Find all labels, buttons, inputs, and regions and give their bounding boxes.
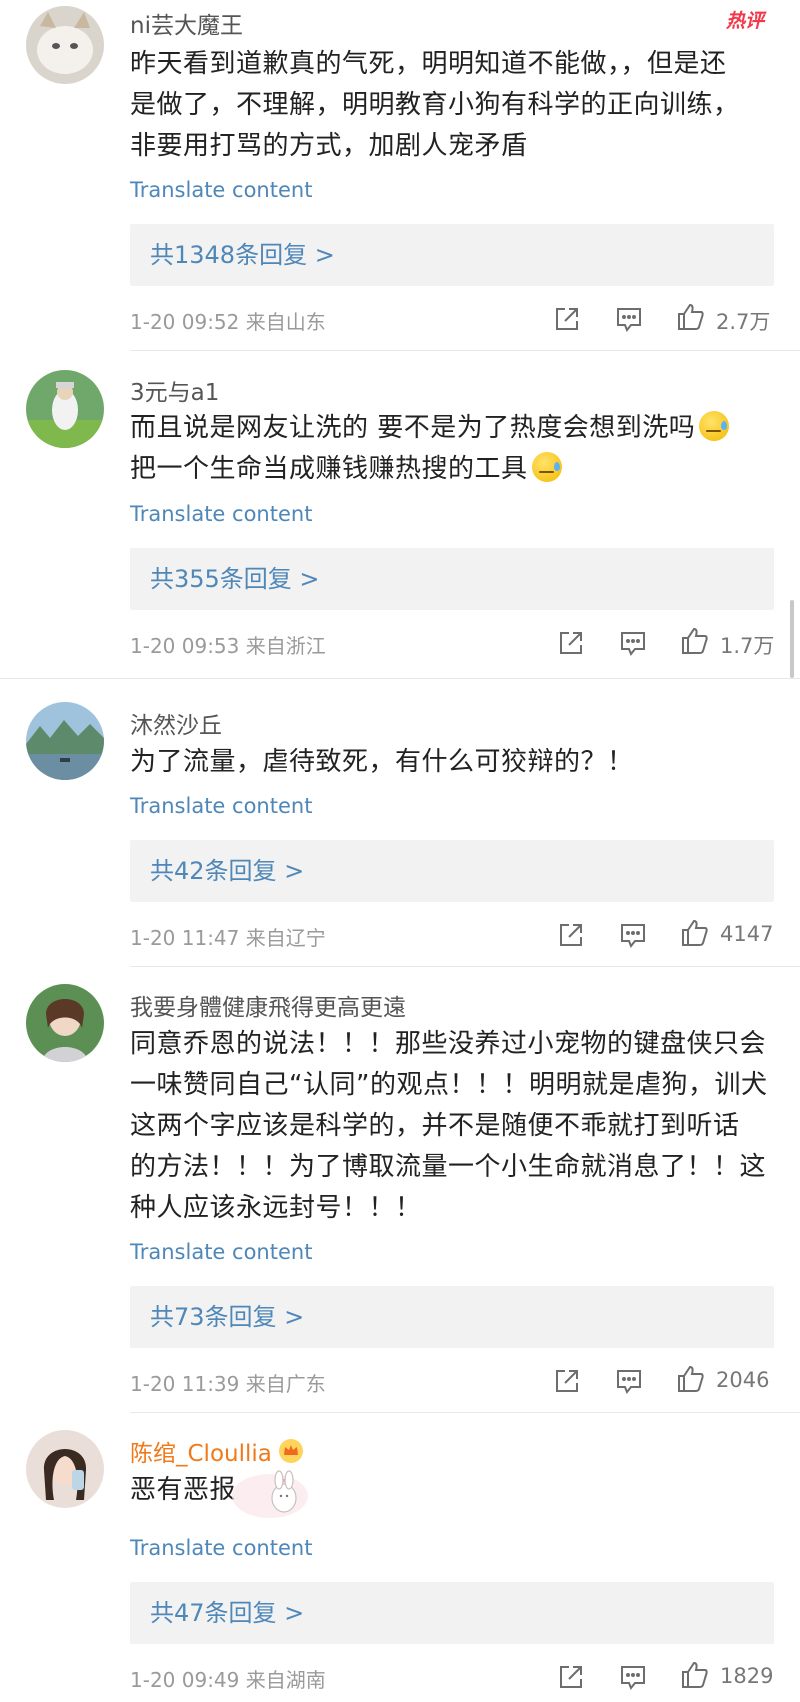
- username[interactable]: 沐然沙丘: [130, 706, 222, 740]
- replies-button[interactable]: 共42条回复 >: [130, 840, 774, 902]
- replies-button[interactable]: 共1348条回复 >: [130, 224, 774, 286]
- like-count: 1829: [720, 1664, 774, 1688]
- comment-meta: 1-20 09:49 来自湖南: [130, 1668, 326, 1692]
- thumbs-up-icon[interactable]: [680, 626, 710, 656]
- username[interactable]: 我要身體健康飛得更高更遠: [130, 988, 406, 1022]
- divider: [130, 966, 800, 967]
- divider: [130, 1412, 800, 1413]
- sweat-emoji-icon: [531, 452, 562, 482]
- comment-line: 昨天看到道歉真的气死，明明知道不能做，，但是还: [130, 49, 727, 79]
- comment-line: 把一个生命当成赚钱赚热搜的工具: [130, 449, 780, 490]
- comment-meta: 1-20 09:53 来自浙江: [130, 634, 326, 658]
- avatar[interactable]: [26, 6, 104, 84]
- divider: [130, 350, 800, 351]
- hot-comment-badge: 热评: [726, 10, 765, 32]
- translate-link[interactable]: Translate content: [130, 502, 312, 526]
- translate-link[interactable]: Translate content: [130, 1240, 312, 1264]
- comment-line-text: 把一个生命当成赚钱赚热搜的工具: [130, 454, 528, 484]
- share-icon[interactable]: [556, 920, 586, 950]
- replies-label: 共42条回复 >: [150, 857, 305, 885]
- share-icon[interactable]: [552, 1366, 582, 1396]
- comment-text: 为了流量，虐待致死，有什么可狡辩的？！: [130, 742, 780, 783]
- replies-button[interactable]: 共355条回复 >: [130, 548, 774, 610]
- comment-text: 同意乔恩的说法！！！那些没养过小宠物的键盘侠只会 一味赞同自己“认同”的观点！！…: [130, 1024, 780, 1229]
- share-icon[interactable]: [556, 628, 586, 658]
- bunny-sticker-icon: [230, 1466, 310, 1524]
- comment-icon[interactable]: [618, 628, 648, 658]
- share-icon[interactable]: [552, 304, 582, 334]
- sweat-emoji-icon: [699, 411, 730, 441]
- comment-text: 恶有恶报: [130, 1470, 780, 1511]
- like-count: 2.7万: [716, 310, 771, 334]
- translate-link[interactable]: Translate content: [130, 178, 312, 202]
- comment-line: 这两个字应该是科学的，并不是随便不乖就打到听话: [130, 1111, 740, 1141]
- comment-line-text: 而且说是网友让洗的 要不是为了热度会想到洗吗: [130, 413, 696, 443]
- comment-icon[interactable]: [614, 1366, 644, 1396]
- replies-button[interactable]: 共73条回复 >: [130, 1286, 774, 1348]
- scrollbar[interactable]: [790, 600, 794, 678]
- comment-line: 一味赞同自己“认同”的观点！！！明明就是虐狗，训犬: [130, 1070, 768, 1100]
- thumbs-up-icon[interactable]: [680, 918, 710, 948]
- comment-line: 是做了，不理解，明明教育小狗有科学的正向训练，: [130, 90, 740, 120]
- comment-line: 非要用打骂的方式，加剧人宠矛盾: [130, 131, 528, 161]
- translate-link[interactable]: Translate content: [130, 794, 312, 818]
- thumbs-up-icon[interactable]: [676, 1364, 706, 1394]
- avatar[interactable]: [26, 370, 104, 448]
- comment-text: 昨天看到道歉真的气死，明明知道不能做，，但是还 是做了，不理解，明明教育小狗有科…: [130, 44, 780, 167]
- like-count: 2046: [716, 1368, 770, 1392]
- translate-link[interactable]: Translate content: [130, 1536, 312, 1560]
- comment-line: 而且说是网友让洗的 要不是为了热度会想到洗吗: [130, 408, 780, 449]
- replies-label: 共73条回复 >: [150, 1303, 305, 1331]
- like-count: 4147: [720, 922, 774, 946]
- username[interactable]: ni芸大魔王: [130, 6, 243, 40]
- avatar[interactable]: [26, 702, 104, 780]
- username[interactable]: 3元与a1: [130, 373, 219, 407]
- comment-meta: 1-20 11:39 来自广东: [130, 1372, 326, 1396]
- section-divider: [0, 678, 800, 679]
- comment-meta: 1-20 09:52 来自山东: [130, 310, 326, 334]
- replies-label: 共1348条回复 >: [150, 241, 335, 269]
- share-icon[interactable]: [556, 1662, 586, 1692]
- comment-line: 同意乔恩的说法！！！那些没养过小宠物的键盘侠只会: [130, 1029, 767, 1059]
- avatar[interactable]: [26, 984, 104, 1062]
- like-count: 1.7万: [720, 634, 775, 658]
- username-text: 陈绾_Cloullia: [130, 1441, 272, 1467]
- replies-label: 共47条回复 >: [150, 1599, 305, 1627]
- thumbs-up-icon[interactable]: [676, 302, 706, 332]
- comment-meta: 1-20 11:47 来自辽宁: [130, 926, 326, 950]
- comment-line: 种人应该永远封号！！！: [130, 1193, 422, 1223]
- comment-text: 而且说是网友让洗的 要不是为了热度会想到洗吗 把一个生命当成赚钱赚热搜的工具: [130, 408, 780, 490]
- comment-line: 的方法！！！为了博取流量一个小生命就消息了！！这: [130, 1152, 767, 1182]
- comment-line: 恶有恶报: [130, 1475, 237, 1505]
- comment-line: 为了流量，虐待致死，有什么可狡辩的？！: [130, 747, 634, 777]
- avatar[interactable]: [26, 1430, 104, 1508]
- replies-button[interactable]: 共47条回复 >: [130, 1582, 774, 1644]
- username[interactable]: 陈绾_Cloullia: [130, 1434, 304, 1470]
- comment-icon[interactable]: [618, 1662, 648, 1692]
- replies-label: 共355条回复 >: [150, 565, 320, 593]
- comment-icon[interactable]: [618, 920, 648, 950]
- thumbs-up-icon[interactable]: [680, 1660, 710, 1690]
- comment-icon[interactable]: [614, 304, 644, 334]
